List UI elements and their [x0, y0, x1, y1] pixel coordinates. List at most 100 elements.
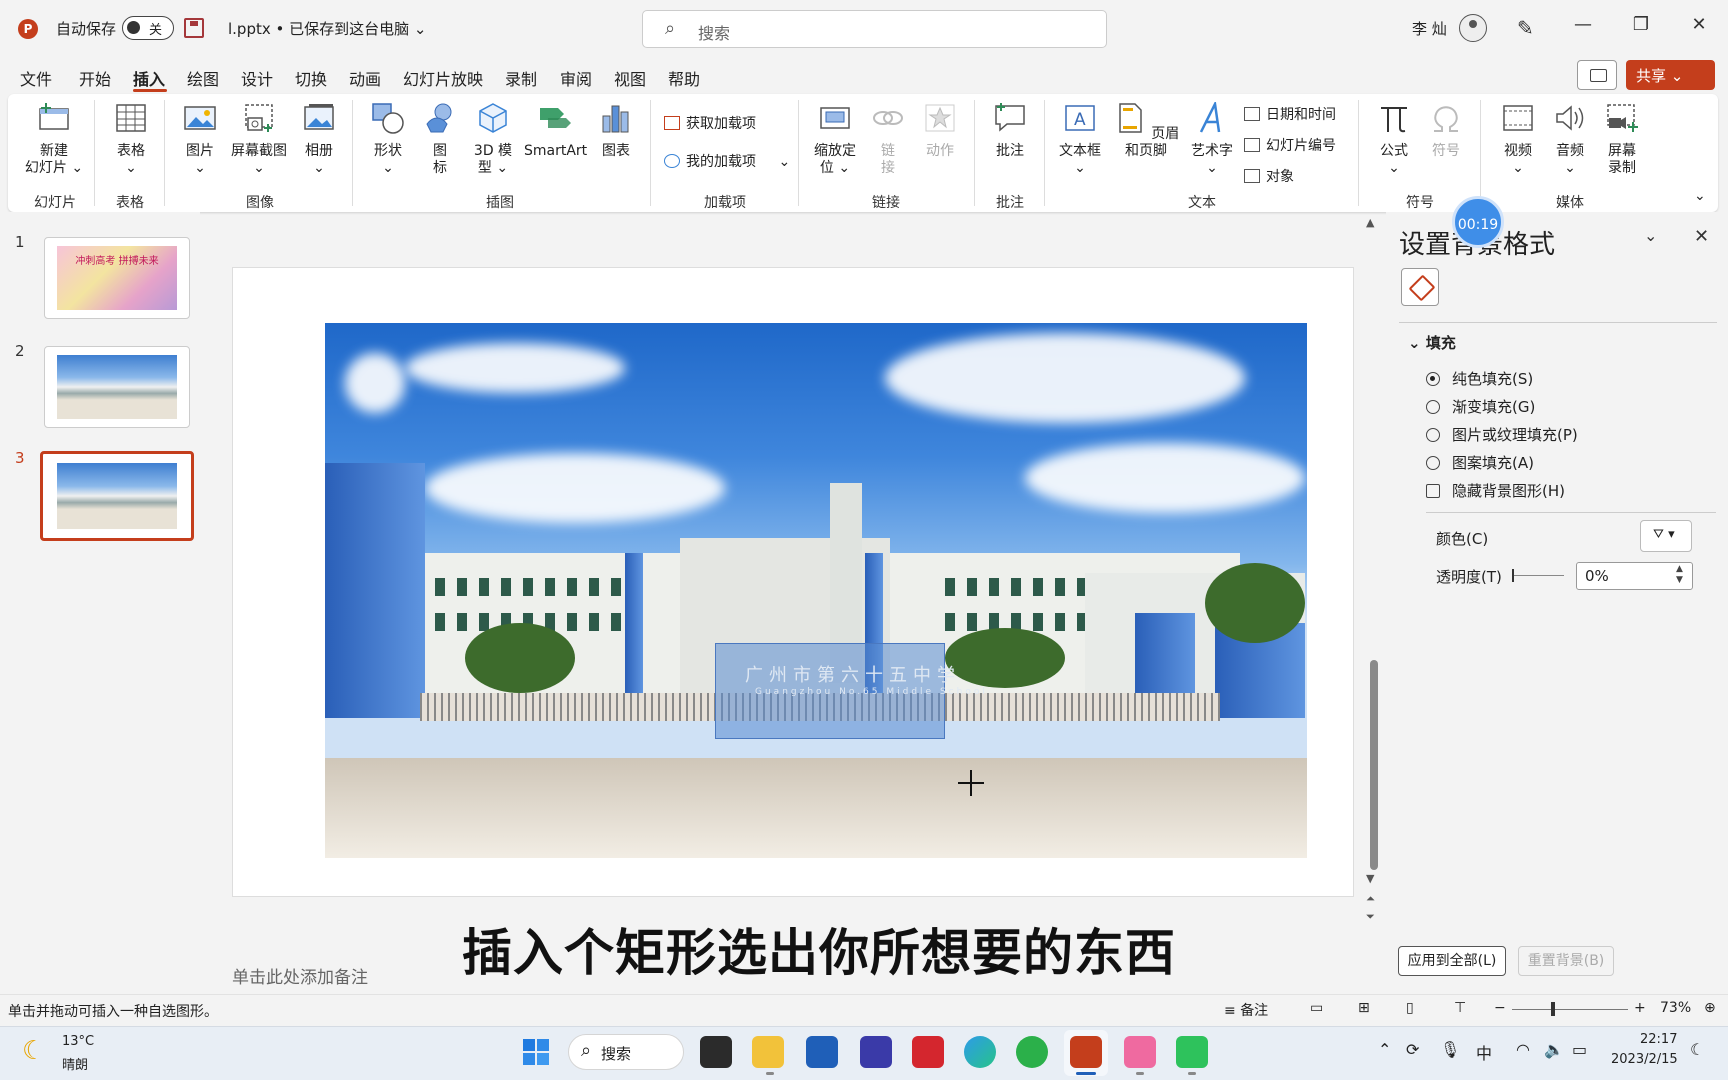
color-picker-button[interactable]: ⛛ ▾: [1640, 520, 1692, 552]
textbox-button[interactable]: A 文本框 ⌄: [1056, 102, 1104, 177]
minimize-button[interactable]: —: [1568, 14, 1598, 35]
fill-tab-paint-bucket-icon[interactable]: [1401, 268, 1439, 306]
zoom-level[interactable]: 73%: [1660, 1000, 1691, 1016]
weather-temperature[interactable]: 13°C: [62, 1034, 94, 1049]
autosave-toggle[interactable]: 关: [122, 16, 174, 40]
notes-placeholder[interactable]: 单击此处添加备注: [232, 963, 368, 988]
next-slide-icon[interactable]: ⏷: [1366, 910, 1375, 924]
clock-time[interactable]: 22:17: [1640, 1032, 1677, 1047]
solid-fill-radio[interactable]: 纯色填充(S): [1426, 368, 1533, 389]
search-input[interactable]: ⌕ 搜索: [642, 10, 1107, 48]
ime-indicator[interactable]: 中: [1476, 1040, 1492, 1064]
vertical-scrollbar-thumb[interactable]: [1370, 660, 1378, 870]
smartart-button[interactable]: SmartArt: [524, 102, 587, 160]
avatar[interactable]: [1459, 14, 1487, 42]
volume-icon[interactable]: 🔈: [1544, 1040, 1564, 1059]
datetime-button[interactable]: 日期和时间: [1244, 104, 1336, 124]
menu-file[interactable]: 文件: [20, 66, 52, 90]
menu-draw[interactable]: 绘图: [187, 66, 219, 90]
wordart-button[interactable]: 艺术字 ⌄: [1188, 99, 1236, 177]
windows-start-icon[interactable]: [520, 1036, 552, 1068]
pattern-fill-radio[interactable]: 图案填充(A): [1426, 452, 1534, 473]
pane-options-chevron-icon[interactable]: ⌄: [1644, 226, 1657, 245]
wifi-icon[interactable]: ◠: [1516, 1040, 1530, 1059]
menu-view[interactable]: 视图: [614, 66, 646, 90]
slide-number-button[interactable]: 幻灯片编号: [1244, 135, 1336, 155]
fit-to-window-icon[interactable]: ⊕: [1704, 1000, 1716, 1016]
task-view-icon[interactable]: [700, 1036, 732, 1068]
table-button[interactable]: 表格 ⌄: [108, 102, 154, 177]
menu-record[interactable]: 录制: [505, 66, 537, 90]
chart-button[interactable]: 图表: [596, 102, 636, 160]
document-title[interactable]: l.pptx • 已保存到这台电脑 ⌄: [228, 18, 426, 39]
clock-date[interactable]: 2023/2/15: [1611, 1052, 1678, 1067]
security-app-icon[interactable]: [912, 1036, 944, 1068]
3d-model-button[interactable]: 3D 模 型 ⌄: [472, 102, 514, 177]
gradient-fill-radio[interactable]: 渐变填充(G): [1426, 396, 1535, 417]
zoom-in-icon[interactable]: +: [1634, 1000, 1646, 1016]
zoom-slider-thumb[interactable]: [1551, 1002, 1555, 1016]
transparency-slider-thumb[interactable]: [1512, 569, 1514, 582]
slide-thumbnail-1[interactable]: 冲刺高考 拼搏未来: [44, 237, 190, 319]
object-button[interactable]: 对象: [1244, 166, 1294, 186]
zoom-slider-track[interactable]: [1512, 1009, 1628, 1010]
screen-record-button[interactable]: 屏幕 录制: [1600, 102, 1644, 177]
school-photo[interactable]: 广州市第六十五中学 Guangzhou No.65 Middle School: [325, 323, 1307, 858]
my-addins-button[interactable]: 我的加载项 ⌄: [664, 151, 790, 171]
iqiyi-icon[interactable]: [1176, 1036, 1208, 1068]
previous-slide-icon[interactable]: ⏶: [1366, 892, 1375, 906]
battery-icon[interactable]: ▭: [1572, 1040, 1587, 1059]
zoom-button[interactable]: 缩放定 位 ⌄: [810, 102, 860, 177]
menu-transitions[interactable]: 切换: [295, 66, 327, 90]
share-button[interactable]: 共享 ⌄: [1626, 60, 1715, 90]
save-icon[interactable]: [184, 18, 204, 38]
picture-button[interactable]: 图片 ⌄: [180, 102, 220, 177]
slide-sorter-icon[interactable]: ⊞: [1358, 1000, 1370, 1016]
edge-browser-icon[interactable]: [964, 1036, 996, 1068]
powerpoint-taskbar-icon[interactable]: [1070, 1036, 1102, 1068]
slide-thumbnail-3[interactable]: [40, 451, 194, 541]
restore-button[interactable]: ❐: [1626, 14, 1656, 35]
file-explorer-icon[interactable]: [752, 1036, 784, 1068]
user-name[interactable]: 李 灿: [1412, 18, 1447, 39]
apply-to-all-button[interactable]: 应用到全部(L): [1398, 946, 1506, 976]
notes-toggle[interactable]: ≡ 备注: [1224, 1000, 1268, 1020]
moon-icon[interactable]: ☾: [22, 1036, 45, 1066]
show-hidden-icons-chevron-icon[interactable]: ⌃: [1378, 1040, 1391, 1059]
fill-section-header[interactable]: ⌄ 填充: [1408, 332, 1456, 353]
slide-thumbnail-2[interactable]: [44, 346, 190, 428]
taskbar-search[interactable]: 搜索: [568, 1034, 684, 1070]
scroll-down-icon[interactable]: ▼: [1366, 872, 1374, 885]
menu-animations[interactable]: 动画: [349, 66, 381, 90]
equation-button[interactable]: 公式 ⌄: [1374, 102, 1414, 177]
icons-button[interactable]: 图 标: [422, 102, 458, 177]
get-addins-button[interactable]: 获取加载项: [664, 113, 756, 133]
transparency-slider-track[interactable]: [1512, 575, 1564, 576]
new-slide-button[interactable]: 新建 幻灯片 ⌄: [24, 102, 84, 177]
menu-home[interactable]: 开始: [79, 66, 111, 90]
microsoft-store-icon[interactable]: [806, 1036, 838, 1068]
normal-view-icon[interactable]: ▭: [1310, 1000, 1323, 1016]
header-footer-button[interactable]: 页眉和页脚: [1108, 102, 1184, 160]
comments-button[interactable]: [1577, 60, 1617, 90]
wechat-icon[interactable]: [1016, 1036, 1048, 1068]
comment-insert-button[interactable]: 批注: [988, 102, 1032, 160]
menu-slideshow[interactable]: 幻灯片放映: [403, 66, 483, 90]
sync-icon[interactable]: ⟳: [1406, 1040, 1419, 1059]
menu-design[interactable]: 设计: [241, 66, 273, 90]
menu-insert[interactable]: 插入: [133, 66, 165, 90]
audio-button[interactable]: 音频 ⌄: [1550, 102, 1590, 177]
ribbon-collapse-chevron-icon[interactable]: ⌄: [1694, 188, 1706, 204]
photo-album-button[interactable]: 相册 ⌄: [300, 102, 338, 177]
bilibili-icon[interactable]: [1124, 1036, 1156, 1068]
microphone-icon[interactable]: 🎙: [1440, 1040, 1460, 1059]
menu-review[interactable]: 审阅: [560, 66, 592, 90]
hide-background-checkbox[interactable]: 隐藏背景图形(H): [1426, 480, 1565, 501]
focus-moon-icon[interactable]: ☾: [1690, 1040, 1704, 1059]
scroll-up-icon[interactable]: ▲: [1366, 216, 1374, 229]
weather-description[interactable]: 晴朗: [62, 1054, 88, 1073]
spinner-arrows-icon[interactable]: ▲ ▼: [1676, 564, 1683, 586]
menu-help[interactable]: 帮助: [668, 66, 700, 90]
picture-texture-fill-radio[interactable]: 图片或纹理填充(P): [1426, 424, 1578, 445]
zoom-out-icon[interactable]: −: [1494, 1000, 1506, 1016]
